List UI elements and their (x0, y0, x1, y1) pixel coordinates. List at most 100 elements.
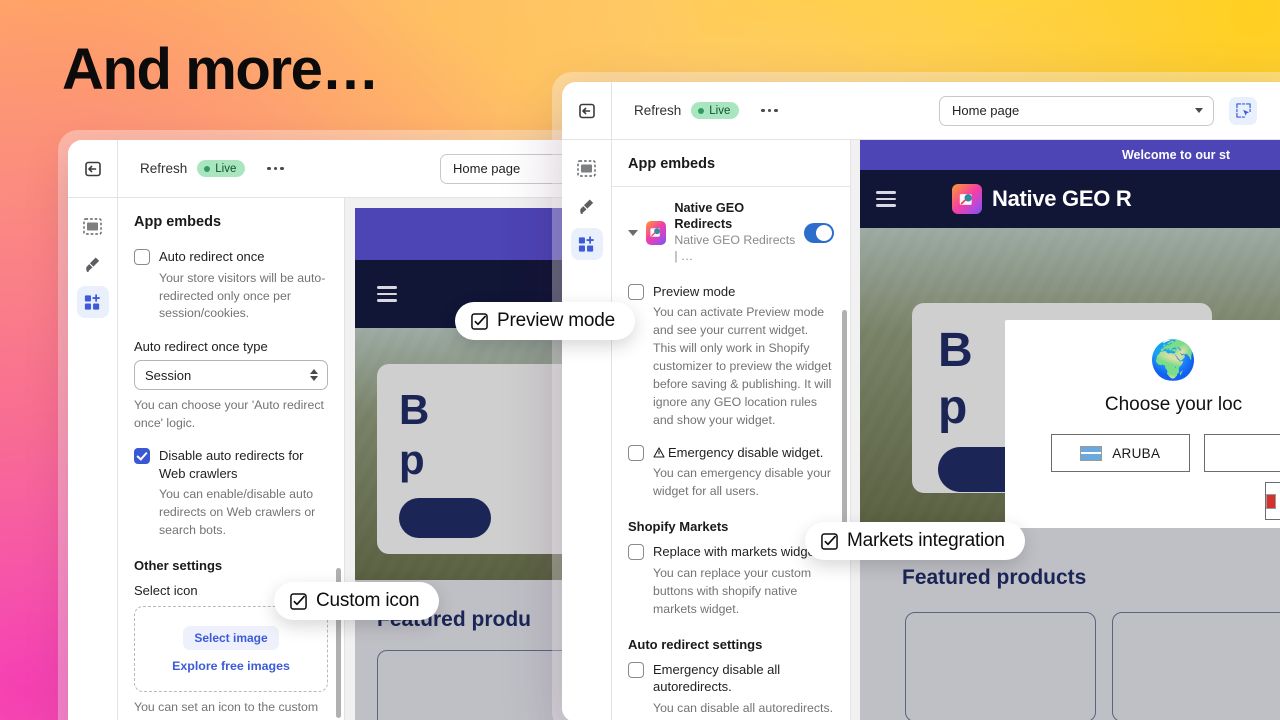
setting-replace-markets-widget[interactable]: Replace with markets widget. (628, 543, 834, 561)
page-title: And more… (62, 37, 379, 102)
setting-label-text: Emergency disable widget. (668, 444, 824, 460)
setting-preview-mode[interactable]: Preview mode (628, 283, 834, 301)
aruba-flag-icon (1080, 445, 1103, 461)
preview-product-card[interactable] (1111, 612, 1280, 720)
live-dot-icon (204, 165, 211, 172)
page-selector-value: Home page (453, 161, 521, 176)
preview-announcement-bar: Welcome to our st (860, 140, 1280, 170)
app-embeds-icon (84, 293, 100, 310)
checkbox-emergency-disable-widget[interactable] (628, 444, 644, 461)
setting-emergency-disable-widget[interactable]: Emergency disable widget. (628, 444, 834, 462)
select-image-button[interactable]: Select image (183, 625, 279, 650)
setting-disable-crawlers[interactable]: Disable auto redirects for Web crawlers (134, 447, 328, 482)
globe-icon: 🌍 (1149, 340, 1198, 382)
image-picker-help: You can set an icon to the custom link w… (134, 700, 319, 720)
geo-country-button[interactable]: ARUBA (1051, 434, 1190, 472)
inspector-button[interactable] (1229, 96, 1257, 125)
panel-scrollbar[interactable] (842, 310, 847, 545)
geo-country-button[interactable]: HONG KONG SAR C (1265, 482, 1280, 520)
select-auto-redirect-once-type[interactable]: Session (134, 360, 328, 391)
more-options-button[interactable] (757, 103, 782, 119)
setting-label: Preview mode (653, 283, 736, 299)
sidebar-item-app-embeds[interactable] (570, 228, 603, 260)
page-selector[interactable]: Home page (939, 95, 1214, 126)
hamburger-icon[interactable] (377, 286, 397, 302)
sections-icon (83, 217, 102, 235)
chevron-down-icon[interactable] (628, 229, 638, 236)
sidebar-item-app-embeds[interactable] (76, 286, 109, 318)
panel-body: Auto redirect once Your store visitors w… (118, 248, 344, 720)
checkbox-disable-crawlers[interactable] (134, 448, 150, 465)
back-window-rail (68, 198, 118, 720)
section-heading-auto-redirect-settings: Auto redirect settings (628, 636, 763, 652)
exit-button[interactable] (68, 140, 118, 197)
setting-label: Replace with markets widget. (653, 544, 823, 560)
callout-preview-mode: Preview mode (455, 302, 635, 340)
checkbox-emergency-disable-all[interactable] (628, 661, 644, 678)
brand-glyph-icon (959, 193, 972, 205)
status-badge: Live (691, 102, 740, 119)
callout-markets-integration: Markets integration (805, 522, 1025, 560)
preview-store-brand: Native GEO R (952, 184, 1132, 214)
sidebar-item-theme-settings[interactable] (77, 248, 109, 280)
kebab-icon (761, 108, 765, 113)
section-heading-shopify-markets: Shopify Markets (628, 519, 729, 535)
sidebar-item-sections[interactable] (571, 152, 603, 184)
app-embed-toggle[interactable] (803, 222, 834, 243)
checkbox-check-icon (290, 592, 307, 610)
preview-brand-text: Native GEO R (992, 186, 1132, 211)
checkbox-check-icon (821, 532, 838, 550)
exit-button[interactable] (562, 82, 612, 139)
inspector-icon (1235, 103, 1251, 118)
brand-logo-icon (952, 184, 982, 214)
section-heading-other-settings: Other settings (134, 558, 223, 574)
status-badge: Live (197, 160, 246, 177)
checkbox-preview-mode[interactable] (628, 283, 644, 300)
setting-help: You can activate Preview mode and see yo… (653, 305, 832, 427)
panel-title: App embeds (134, 214, 222, 230)
checkbox-check-icon (471, 312, 488, 330)
front-window-preview: Welcome to our st Native GEO R B p 🌍 Cho… (851, 140, 1280, 720)
select-value: Session (145, 367, 192, 383)
theme-settings-icon (580, 198, 594, 214)
setting-help: You can emergency disable your widget fo… (653, 466, 831, 499)
callout-label: Preview mode (497, 310, 615, 331)
setting-emergency-disable-all[interactable]: Emergency disable all autoredirects. (628, 661, 834, 696)
exit-icon (578, 103, 595, 118)
sidebar-item-theme-settings[interactable] (571, 190, 603, 222)
kebab-icon (267, 166, 271, 171)
more-options-button[interactable] (263, 161, 288, 177)
geo-country-button[interactable] (1203, 434, 1280, 472)
front-window: Refresh Live Home page App embeds Native… (562, 82, 1280, 720)
native-geo-redirects-app-icon (646, 220, 667, 245)
explore-free-images-link[interactable]: Explore free images (172, 659, 290, 673)
setting-auto-redirect-once[interactable]: Auto redirect once (134, 248, 328, 266)
preview-canvas: Welcome to our st Native GEO R B p 🌍 Cho… (860, 140, 1280, 720)
panel-body: Native GEO Redirects Native GEO Redirect… (612, 187, 850, 720)
checkbox-auto-redirect-once[interactable] (134, 249, 150, 265)
callout-label: Markets integration (847, 530, 1005, 551)
sidebar-item-sections[interactable] (77, 210, 109, 242)
front-window-rail (562, 140, 612, 720)
preview-product-card[interactable] (905, 612, 1096, 720)
app-embed-subtitle: Native GEO Redirects | … (674, 232, 796, 263)
warning-icon (653, 447, 665, 458)
chevron-down-icon (1195, 108, 1203, 113)
refresh-label[interactable]: Refresh (140, 161, 187, 176)
setting-help: You can enable/disable auto redirects on… (159, 487, 316, 538)
preview-store-nav: Native GEO R (860, 170, 1280, 228)
refresh-label[interactable]: Refresh (634, 103, 681, 118)
hamburger-icon[interactable] (876, 191, 896, 207)
setting-label: Emergency disable all autoredirects. (653, 661, 781, 695)
checkbox-replace-markets-widget[interactable] (628, 544, 644, 561)
app-embed-row[interactable]: Native GEO Redirects Native GEO Redirect… (628, 197, 834, 267)
setting-label: Auto redirect once (159, 249, 265, 264)
panel-title: App embeds (612, 140, 850, 187)
app-glyph-icon (650, 228, 660, 238)
setting-label: Disable auto redirects for Web crawlers (159, 448, 304, 481)
setting-help: Your store visitors will be auto-redirec… (159, 270, 326, 321)
back-window-panel: App embeds Auto redirect once Your store… (118, 198, 345, 720)
status-badge-label: Live (709, 104, 731, 117)
live-dot-icon (698, 107, 705, 114)
preview-hero-button[interactable] (399, 498, 491, 538)
